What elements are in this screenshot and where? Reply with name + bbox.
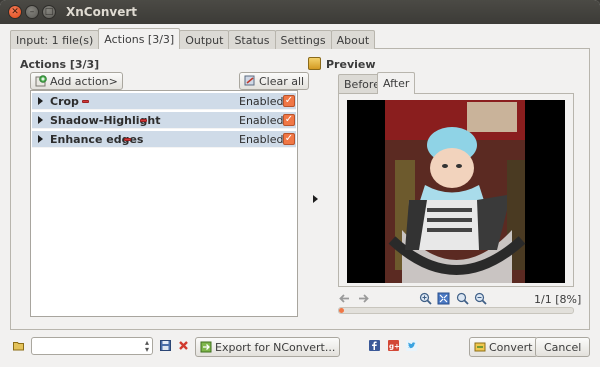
convert-label: Convert bbox=[489, 340, 533, 354]
export-nconvert-button[interactable]: Export for NConvert... bbox=[195, 337, 341, 357]
open-folder-icon[interactable] bbox=[13, 340, 24, 351]
save-preset-icon[interactable] bbox=[160, 340, 171, 351]
app-window: ✕ – □ XnConvert Input: 1 file(s) Actions… bbox=[0, 0, 600, 367]
previous-arrow-icon[interactable] bbox=[338, 292, 351, 305]
next-arrow-icon[interactable] bbox=[357, 292, 370, 305]
enabled-checkbox[interactable]: ✓ bbox=[283, 133, 295, 145]
fit-to-window-icon[interactable] bbox=[437, 292, 450, 305]
remove-action-icon[interactable] bbox=[82, 100, 89, 103]
zoom-out-icon[interactable] bbox=[474, 292, 487, 305]
tab-about[interactable]: About bbox=[330, 30, 376, 49]
tab-actions[interactable]: Actions [3/3] bbox=[98, 28, 181, 49]
main-tabs: Input: 1 file(s) Actions [3/3] Output St… bbox=[10, 28, 376, 49]
maximize-icon: □ bbox=[44, 6, 54, 17]
progress-fill bbox=[339, 308, 344, 313]
add-action-label: Add action> bbox=[50, 74, 118, 88]
zoom-in-icon[interactable] bbox=[419, 292, 432, 305]
preset-select[interactable]: ▴ ▾ bbox=[31, 337, 153, 355]
enabled-checkbox[interactable]: ✓ bbox=[283, 114, 295, 126]
splitter-arrow-icon[interactable] bbox=[313, 195, 318, 203]
expand-arrow-icon[interactable] bbox=[38, 97, 43, 105]
twitter-icon[interactable] bbox=[406, 340, 417, 351]
title-bar: ✕ – □ XnConvert bbox=[0, 0, 600, 24]
preview-progress-bar bbox=[338, 307, 574, 314]
add-action-icon bbox=[35, 75, 47, 87]
maximize-window-button[interactable]: □ bbox=[42, 5, 56, 19]
clear-all-label: Clear all bbox=[259, 74, 305, 88]
clear-all-icon bbox=[244, 75, 256, 87]
preview-toggle-icon[interactable] bbox=[308, 57, 321, 70]
convert-button[interactable]: Convert bbox=[469, 337, 538, 357]
spin-arrows-icon[interactable]: ▴ ▾ bbox=[145, 339, 149, 354]
expand-arrow-icon[interactable] bbox=[38, 116, 43, 124]
minimize-icon: – bbox=[29, 6, 35, 17]
svg-text:g+: g+ bbox=[389, 343, 399, 351]
export-icon bbox=[200, 341, 212, 353]
tab-settings[interactable]: Settings bbox=[274, 30, 332, 49]
enabled-checkbox[interactable]: ✓ bbox=[283, 95, 295, 107]
action-name: Crop bbox=[50, 95, 79, 108]
tab-after[interactable]: After bbox=[377, 72, 416, 94]
google-plus-icon[interactable]: g+ bbox=[388, 340, 400, 351]
facebook-icon[interactable] bbox=[369, 340, 380, 351]
action-row-crop[interactable]: Crop Enabled ✓ bbox=[32, 93, 296, 110]
page-zoom-info: 1/1 [8%] bbox=[534, 293, 582, 306]
tab-input[interactable]: Input: 1 file(s) bbox=[10, 30, 100, 49]
zoom-actual-icon[interactable] bbox=[456, 292, 469, 305]
convert-icon bbox=[474, 341, 486, 353]
action-status: Enabled bbox=[239, 114, 284, 127]
preview-heading: Preview bbox=[326, 58, 376, 71]
expand-arrow-icon[interactable] bbox=[38, 135, 43, 143]
add-action-button[interactable]: Add action> bbox=[30, 72, 123, 90]
actions-heading: Actions [3/3] bbox=[20, 58, 100, 71]
tab-status[interactable]: Status bbox=[228, 30, 276, 49]
minimize-window-button[interactable]: – bbox=[25, 5, 39, 19]
tab-output[interactable]: Output bbox=[179, 30, 230, 49]
baby-photo-image bbox=[347, 100, 565, 283]
remove-action-icon[interactable] bbox=[140, 119, 147, 122]
close-window-button[interactable]: ✕ bbox=[8, 5, 22, 19]
preview-image bbox=[347, 100, 565, 283]
cancel-button[interactable]: Cancel bbox=[535, 337, 591, 357]
actions-list: Crop Enabled ✓ Shadow-Highlight Enabled … bbox=[30, 90, 298, 317]
action-status: Enabled bbox=[239, 133, 284, 146]
remove-action-icon[interactable] bbox=[124, 138, 131, 141]
delete-preset-icon[interactable] bbox=[178, 340, 189, 351]
action-status: Enabled bbox=[239, 95, 284, 108]
clear-all-button[interactable]: Clear all bbox=[239, 72, 310, 90]
action-row-enhance-edges[interactable]: Enhance edges Enabled ✓ bbox=[32, 131, 296, 148]
cancel-label: Cancel bbox=[544, 340, 582, 354]
action-row-shadow-highlight[interactable]: Shadow-Highlight Enabled ✓ bbox=[32, 112, 296, 129]
export-label: Export for NConvert... bbox=[215, 340, 336, 354]
window-title: XnConvert bbox=[66, 5, 138, 19]
close-icon: ✕ bbox=[11, 6, 19, 17]
